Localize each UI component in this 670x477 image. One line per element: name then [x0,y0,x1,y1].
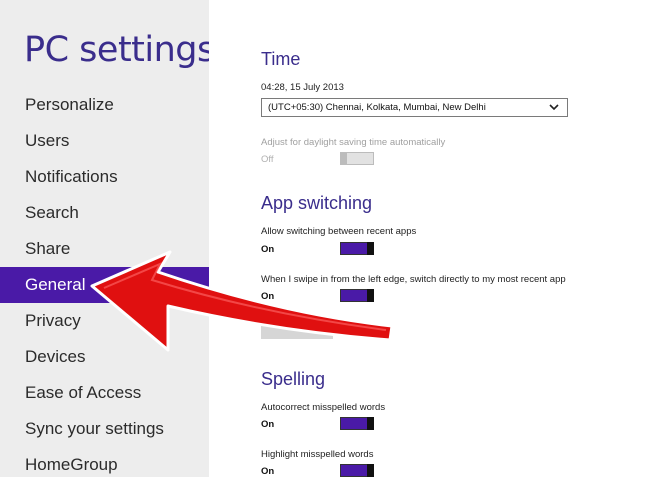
app-switching-section-title: App switching [261,193,373,213]
allow-switching-state: On [261,244,275,255]
settings-pane: Time 04:28, 15 July 2013 (UTC+05:30) Che… [209,0,670,477]
sidebar-item-personalize[interactable]: Personalize [0,87,209,123]
autocorrect-label: Autocorrect misspelled words [261,402,386,413]
timezone-value: (UTC+05:30) Chennai, Kolkata, Mumbai, Ne… [268,102,486,113]
swipe-switch-toggle[interactable] [340,289,374,302]
sidebar-item-users[interactable]: Users [0,123,209,159]
sidebar-item-notifications[interactable]: Notifications [0,159,209,195]
toggle-thumb [340,152,347,165]
allow-switching-label: Allow switching between recent apps [261,226,417,237]
highlight-toggle[interactable] [340,464,374,477]
sidebar-item-privacy[interactable]: Privacy [0,303,209,339]
timezone-select[interactable]: (UTC+05:30) Chennai, Kolkata, Mumbai, Ne… [261,98,568,117]
time-section-title: Time [261,49,301,69]
spelling-section-title: Spelling [261,369,326,389]
sidebar-item-ease-of-access[interactable]: Ease of Access [0,375,209,411]
toggle-thumb [367,417,374,430]
dst-state: Off [261,154,274,165]
allow-switching-toggle[interactable] [340,242,374,255]
swipe-switch-label: When I swipe in from the left edge, swit… [261,274,566,285]
sidebar-nav: Personalize Users Notifications Search S… [0,87,209,477]
highlight-label: Highlight misspelled words [261,449,374,460]
sidebar-item-search[interactable]: Search [0,195,209,231]
sidebar-item-share[interactable]: Share [0,231,209,267]
sidebar-item-devices[interactable]: Devices [0,339,209,375]
sidebar-item-sync-settings[interactable]: Sync your settings [0,411,209,447]
toggle-thumb [367,464,374,477]
toggle-thumb [367,289,374,302]
swipe-switch-state: On [261,291,275,302]
toggle-thumb [367,242,374,255]
dst-toggle[interactable] [340,152,374,165]
current-datetime: 04:28, 15 July 2013 [261,82,344,93]
sidebar-item-general[interactable]: General [0,267,209,303]
autocorrect-state: On [261,419,275,430]
chevron-down-icon [549,104,559,111]
sidebar-item-homegroup[interactable]: HomeGroup [0,447,209,477]
sidebar: PC settings Personalize Users Notificati… [0,0,209,477]
dst-label: Adjust for daylight saving time automati… [261,137,446,148]
partially-hidden-button[interactable] [261,319,333,339]
highlight-state: On [261,466,275,477]
app-title: PC settings [24,30,209,70]
autocorrect-toggle[interactable] [340,417,374,430]
